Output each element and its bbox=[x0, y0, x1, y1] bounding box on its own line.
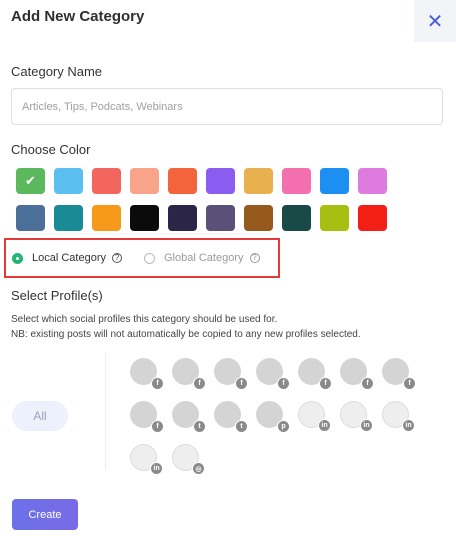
color-swatch[interactable]: ✔ bbox=[16, 168, 45, 194]
global-category-radio[interactable] bbox=[144, 252, 155, 264]
color-swatch[interactable] bbox=[130, 168, 159, 194]
modal-title: Add New Category bbox=[11, 8, 145, 25]
facebook-icon: f bbox=[193, 377, 206, 390]
profile-avatar-linkedin[interactable]: in bbox=[130, 444, 163, 475]
profile-avatar-instagram[interactable]: ◎ bbox=[172, 444, 205, 475]
profile-avatar-facebook[interactable]: f bbox=[382, 358, 416, 390]
twitter-icon: t bbox=[235, 420, 248, 433]
instagram-icon: ◎ bbox=[192, 462, 205, 475]
linkedin-icon: in bbox=[402, 419, 415, 432]
color-swatch[interactable] bbox=[92, 205, 121, 231]
create-button[interactable]: Create bbox=[12, 499, 78, 530]
linkedin-icon: in bbox=[150, 462, 163, 475]
local-category-label[interactable]: Local Category bbox=[32, 252, 106, 264]
color-swatch[interactable] bbox=[320, 168, 349, 194]
check-icon: ✔ bbox=[25, 173, 36, 188]
profile-avatar-facebook[interactable]: f bbox=[130, 401, 164, 433]
profile-avatar-linkedin[interactable]: in bbox=[340, 401, 373, 432]
profile-avatar-facebook[interactable]: f bbox=[172, 358, 206, 390]
color-swatch[interactable] bbox=[130, 205, 159, 231]
color-swatch[interactable] bbox=[206, 168, 235, 194]
color-swatch[interactable] bbox=[168, 168, 197, 194]
profile-avatar-facebook[interactable]: f bbox=[130, 358, 164, 390]
facebook-icon: f bbox=[361, 377, 374, 390]
facebook-icon: f bbox=[403, 377, 416, 390]
facebook-icon: f bbox=[319, 377, 332, 390]
color-swatch[interactable] bbox=[244, 168, 273, 194]
color-swatch-grid: ✔ bbox=[16, 168, 416, 231]
category-name-input[interactable] bbox=[11, 88, 443, 125]
global-category-help-icon[interactable]: ? bbox=[249, 253, 260, 263]
profile-avatar-facebook[interactable]: f bbox=[298, 358, 332, 390]
profile-avatar-linkedin[interactable]: in bbox=[382, 401, 415, 432]
profiles-description-line-1: Select which social profiles this catego… bbox=[11, 314, 278, 325]
color-swatch[interactable] bbox=[54, 205, 83, 231]
color-swatch[interactable] bbox=[16, 205, 45, 231]
profile-avatar-twitter[interactable]: t bbox=[214, 401, 248, 433]
profiles-description-line-2: NB: existing posts will not automaticall… bbox=[11, 329, 361, 340]
profile-avatar-facebook[interactable]: f bbox=[214, 358, 248, 390]
profile-avatar-facebook[interactable]: f bbox=[256, 358, 290, 390]
color-swatch[interactable] bbox=[358, 205, 387, 231]
close-button[interactable]: ✕ bbox=[414, 0, 456, 42]
global-category-label[interactable]: Global Category bbox=[164, 252, 244, 264]
profile-avatar-linkedin[interactable]: in bbox=[298, 401, 331, 432]
color-swatch[interactable] bbox=[244, 205, 273, 231]
local-category-radio[interactable] bbox=[12, 252, 23, 264]
local-category-help-icon[interactable]: ? bbox=[112, 253, 122, 263]
facebook-icon: f bbox=[277, 377, 290, 390]
color-swatch[interactable] bbox=[358, 168, 387, 194]
facebook-icon: f bbox=[151, 420, 164, 433]
color-swatch[interactable] bbox=[320, 205, 349, 231]
facebook-icon: f bbox=[151, 377, 164, 390]
color-swatch[interactable] bbox=[54, 168, 83, 194]
profile-avatar-twitter[interactable]: t bbox=[172, 401, 206, 433]
profiles-divider bbox=[105, 352, 106, 470]
select-profiles-label: Select Profile(s) bbox=[11, 288, 103, 303]
profile-avatar-grid: f f f f f f f f t t p in in in in ◎ bbox=[130, 358, 430, 475]
color-swatch[interactable] bbox=[206, 205, 235, 231]
profile-avatar-pinterest[interactable]: p bbox=[256, 401, 290, 433]
color-swatch[interactable] bbox=[92, 168, 121, 194]
facebook-icon: f bbox=[235, 377, 248, 390]
color-swatch[interactable] bbox=[282, 168, 311, 194]
twitter-icon: t bbox=[193, 420, 206, 433]
linkedin-icon: in bbox=[360, 419, 373, 432]
color-swatch[interactable] bbox=[282, 205, 311, 231]
close-icon: ✕ bbox=[426, 10, 444, 33]
linkedin-icon: in bbox=[318, 419, 331, 432]
color-swatch[interactable] bbox=[168, 205, 197, 231]
pinterest-icon: p bbox=[277, 420, 290, 433]
category-type-radio-group: Local Category ? Global Category ? bbox=[12, 252, 260, 264]
choose-color-label: Choose Color bbox=[11, 142, 91, 157]
profiles-description: Select which social profiles this catego… bbox=[11, 312, 361, 342]
profile-avatar-facebook[interactable]: f bbox=[340, 358, 374, 390]
category-name-label: Category Name bbox=[11, 64, 103, 79]
all-profiles-button[interactable]: All bbox=[12, 401, 68, 431]
